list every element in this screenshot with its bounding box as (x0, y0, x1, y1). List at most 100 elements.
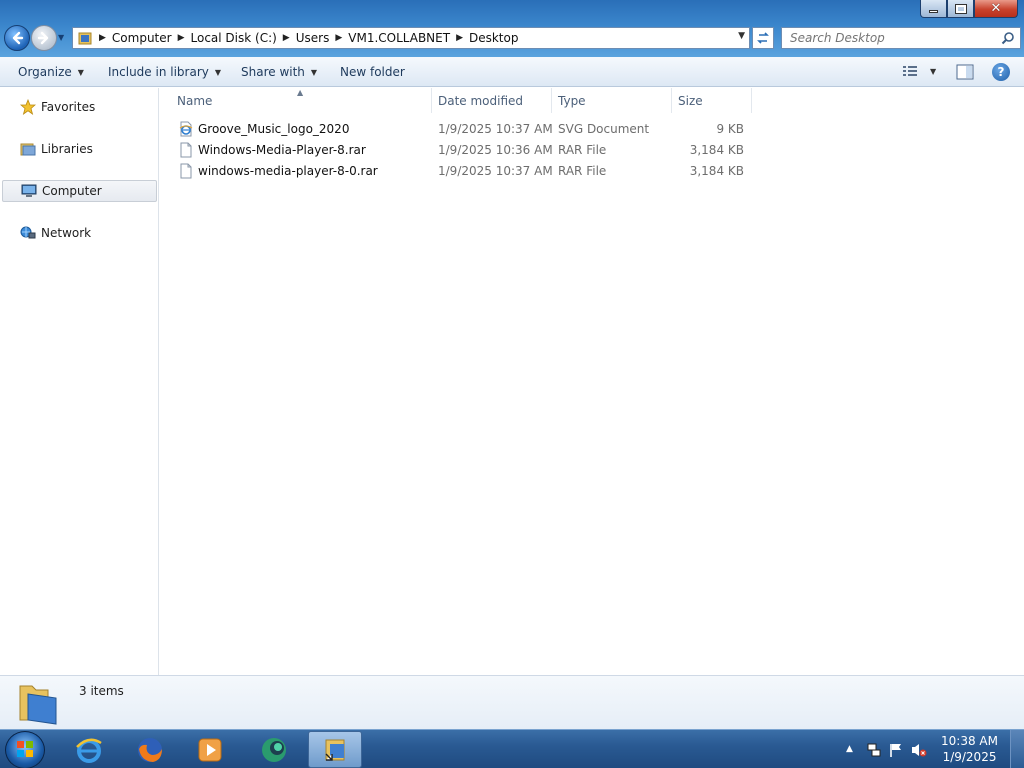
maximize-icon (954, 3, 967, 14)
file-explorer-icon (325, 739, 345, 761)
column-header-size[interactable]: Size (672, 88, 752, 113)
clock[interactable]: 10:38 AM 1/9/2025 (941, 733, 998, 765)
nav-item-label: Computer (42, 184, 102, 198)
nav-item-computer[interactable]: Computer (2, 180, 157, 202)
crumb-user-folder[interactable]: VM1.COLLABNET (348, 31, 450, 45)
crumb-desktop[interactable]: Desktop (469, 31, 519, 45)
show-hidden-icons-button[interactable]: ▲ (846, 744, 853, 754)
include-in-library-label: Include in library (108, 65, 209, 79)
window-frame: ✕ ▼ ▶ Computer ▶ Local Disk (C:) ▶ Users… (0, 0, 1024, 57)
back-arrow-icon (12, 31, 24, 45)
crumb-local-disk[interactable]: Local Disk (C:) (191, 31, 277, 45)
file-row[interactable]: Groove_Music_logo_2020 1/9/2025 10:37 AM… (160, 119, 760, 140)
share-with-label: Share with (241, 65, 305, 79)
minimize-icon (929, 10, 938, 13)
column-header-type[interactable]: Type (552, 88, 672, 113)
volume-muted-icon[interactable] (910, 742, 928, 758)
network-icon (20, 226, 36, 239)
maximize-button[interactable] (947, 0, 974, 18)
file-row[interactable]: windows-media-player-8-0.rar 1/9/2025 10… (160, 161, 760, 182)
network-status-icon[interactable] (866, 742, 882, 758)
file-size: 9 KB (716, 122, 744, 136)
crumb-separator-icon[interactable]: ▶ (283, 33, 290, 43)
organize-label: Organize (18, 65, 72, 79)
preview-pane-button[interactable] (956, 64, 974, 83)
start-button[interactable] (5, 731, 45, 768)
crumb-users[interactable]: Users (296, 31, 330, 45)
organize-button[interactable]: Organize ▼ (18, 65, 84, 79)
navigation-pane: Favorites Libraries Computer Network (0, 88, 159, 675)
crumb-separator-icon[interactable]: ▶ (178, 33, 185, 43)
system-tray: ▲ 10:38 AM 1/9/2025 (834, 730, 1024, 768)
change-view-button[interactable]: ▼ (902, 64, 936, 78)
file-name: windows-media-player-8-0.rar (198, 164, 378, 178)
windows-logo-icon (17, 741, 33, 757)
internet-explorer-icon (76, 738, 102, 763)
chevron-down-icon: ▼ (214, 67, 222, 77)
file-type: RAR File (558, 164, 607, 178)
ie-document-icon (179, 121, 193, 137)
address-history-dropdown[interactable]: ▼ (738, 31, 745, 41)
libraries-icon (20, 143, 36, 156)
chevron-down-icon: ▼ (77, 67, 84, 77)
recent-pages-dropdown[interactable]: ▼ (58, 34, 66, 42)
nav-item-libraries[interactable]: Libraries (2, 138, 157, 160)
sort-ascending-icon: ▲ (297, 88, 304, 97)
taskbar-internet-explorer[interactable] (62, 731, 116, 768)
share-with-button[interactable]: Share with ▼ (241, 65, 317, 79)
help-icon: ? (997, 65, 1005, 79)
view-details-icon (903, 66, 917, 76)
column-header-label: Date modified (438, 93, 524, 108)
search-input[interactable] (782, 28, 992, 48)
address-bar[interactable]: ▶ Computer ▶ Local Disk (C:) ▶ Users ▶ V… (72, 27, 750, 49)
nav-item-network[interactable]: Network (2, 222, 157, 244)
column-header-label: Name (177, 93, 213, 108)
file-list: Name ▲ Date modified Type Size Groove_Mu… (160, 88, 1024, 675)
minimize-button[interactable] (920, 0, 947, 18)
computer-icon (21, 184, 37, 197)
crumb-separator-icon[interactable]: ▶ (456, 33, 463, 43)
nav-item-label: Libraries (41, 142, 93, 156)
include-in-library-button[interactable]: Include in library ▼ (108, 65, 221, 79)
forward-arrow-icon (37, 31, 49, 45)
back-button[interactable] (4, 25, 30, 51)
taskbar-firefox[interactable] (123, 731, 177, 768)
search-box[interactable] (781, 27, 1021, 49)
column-header-name[interactable]: Name ▲ (160, 88, 432, 113)
taskbar-green-app[interactable] (247, 731, 301, 768)
taskbar-windows-media-player[interactable] (183, 731, 237, 768)
blank-file-icon (180, 163, 192, 179)
file-type: RAR File (558, 143, 607, 157)
item-count: 3 items (79, 684, 124, 698)
crumb-separator-icon[interactable]: ▶ (335, 33, 342, 43)
blank-file-icon (180, 142, 192, 158)
action-center-flag-icon[interactable] (888, 742, 904, 758)
help-button[interactable]: ? (992, 63, 1010, 81)
close-icon: ✕ (990, 1, 1002, 16)
nav-item-favorites[interactable]: Favorites (2, 96, 157, 118)
folder-icon (19, 685, 57, 725)
crumb-computer[interactable]: Computer (112, 31, 172, 45)
command-bar: Organize ▼ Include in library ▼ Share with… (0, 57, 1024, 87)
file-date-modified: 1/9/2025 10:36 AM (438, 143, 553, 157)
search-icon[interactable] (1001, 31, 1015, 45)
media-player-icon (198, 738, 222, 761)
file-name: Groove_Music_logo_2020 (198, 122, 350, 136)
new-folder-label: New folder (340, 65, 405, 79)
chevron-down-icon[interactable]: ▼ (930, 67, 936, 76)
taskbar: ▲ 10:38 AM 1/9/2025 (0, 729, 1024, 768)
refresh-button[interactable] (752, 27, 774, 49)
nav-item-label: Favorites (41, 100, 96, 114)
file-row[interactable]: Windows-Media-Player-8.rar 1/9/2025 10:3… (160, 140, 760, 161)
star-icon (20, 99, 36, 115)
new-folder-button[interactable]: New folder (340, 65, 405, 79)
column-header-date-modified[interactable]: Date modified (432, 88, 552, 113)
taskbar-file-explorer[interactable] (308, 731, 362, 768)
close-button[interactable]: ✕ (974, 0, 1018, 18)
folder-location-icon (78, 32, 92, 45)
show-desktop-button[interactable] (1010, 730, 1024, 768)
file-type: SVG Document (558, 122, 650, 136)
file-size: 3,184 KB (689, 143, 744, 157)
forward-button[interactable] (31, 25, 57, 51)
details-pane: 3 items (0, 675, 1024, 729)
